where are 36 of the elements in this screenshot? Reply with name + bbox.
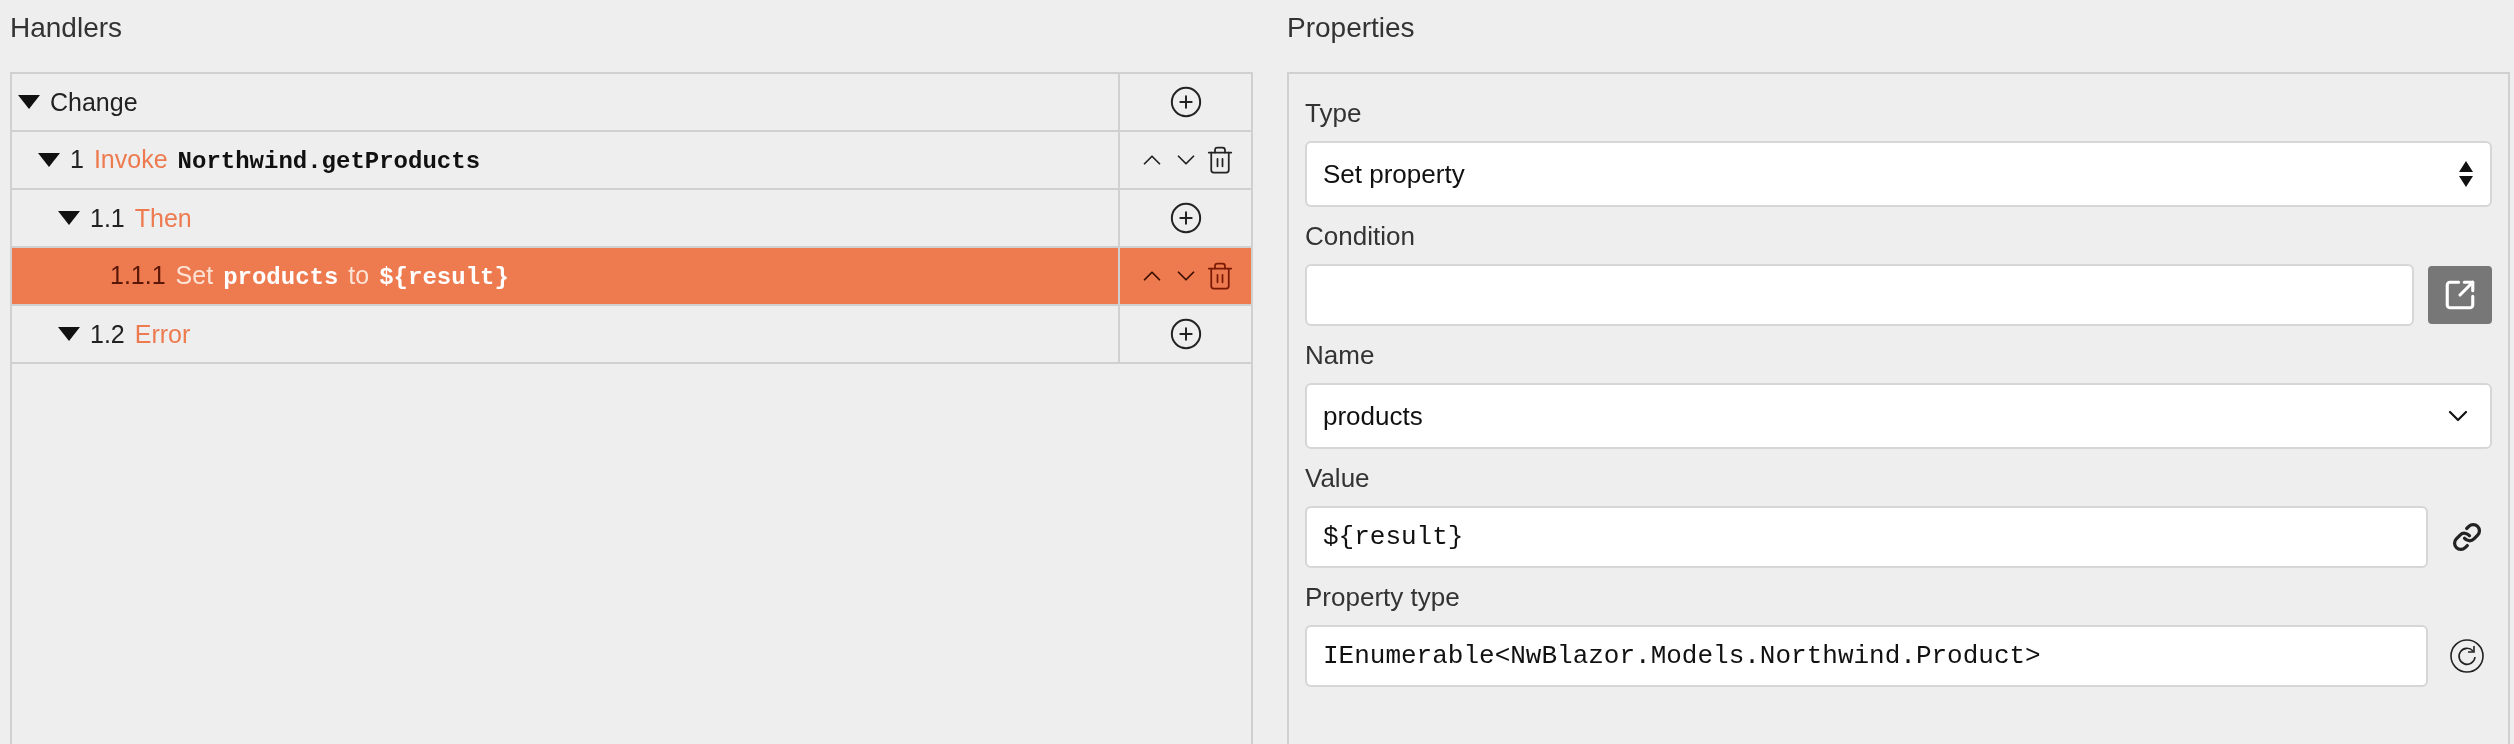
- sort-arrows-icon: [2458, 159, 2474, 189]
- input-field[interactable]: IEnumerable<NwBlazor.Models.Northwind.Product>: [1305, 625, 2428, 687]
- expand-triangle-icon[interactable]: [18, 95, 40, 109]
- handler-label: 1.1.1 Set products to ${result}: [110, 261, 509, 291]
- handler-label: Change: [50, 87, 138, 117]
- field-label: Type: [1305, 97, 1363, 130]
- link-icon: [2452, 522, 2482, 552]
- handler-row[interactable]: 1 Invoke Northwind.getProducts: [12, 132, 1251, 190]
- handler-row[interactable]: Change: [12, 74, 1251, 132]
- add-icon: [1168, 201, 1203, 235]
- add-button[interactable]: [1168, 201, 1203, 235]
- handler-row[interactable]: 1.1.1 Set products to ${result}: [12, 248, 1251, 306]
- field-label: Property type: [1305, 581, 1461, 614]
- external-link-icon: [2443, 278, 2477, 312]
- handler-label: 1.2 Error: [90, 319, 191, 349]
- open-editor-button[interactable]: [2428, 266, 2492, 324]
- handler-label: 1.1 Then: [90, 203, 192, 233]
- add-icon: [1168, 85, 1203, 119]
- field-label: Condition: [1305, 220, 1416, 253]
- field-label: Name: [1305, 339, 1376, 372]
- expand-triangle-icon[interactable]: [58, 327, 80, 341]
- handler-label: 1 Invoke Northwind.getProducts: [70, 145, 481, 175]
- expand-triangle-icon[interactable]: [38, 153, 60, 167]
- add-button[interactable]: [1168, 317, 1203, 351]
- add-icon: [1168, 317, 1203, 351]
- panel-title: Handlers: [10, 11, 124, 45]
- expand-triangle-icon[interactable]: [58, 211, 80, 225]
- dropdown-field[interactable]: products: [1305, 383, 2492, 449]
- field-label: Value: [1305, 462, 1371, 495]
- dropdown-field[interactable]: Set property: [1305, 141, 2492, 207]
- input-field[interactable]: ${result}: [1305, 506, 2428, 568]
- panel-title: Properties: [1287, 11, 1416, 45]
- add-button[interactable]: [1168, 85, 1203, 119]
- refresh-icon: [2449, 638, 2485, 674]
- input-field[interactable]: [1305, 264, 2414, 326]
- handler-row[interactable]: 1.2 Error: [12, 306, 1251, 364]
